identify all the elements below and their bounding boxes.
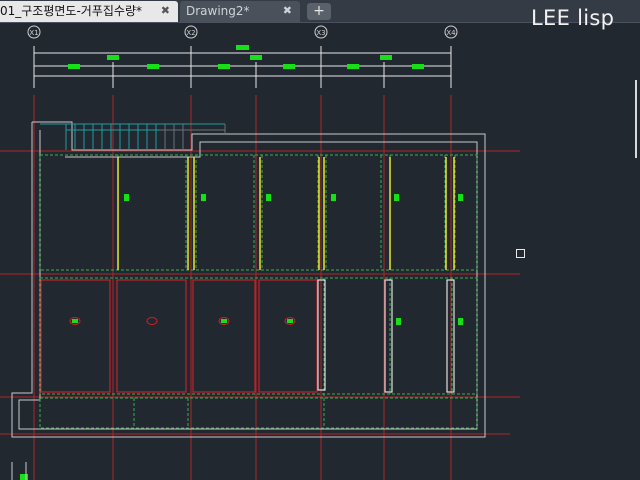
- grid-label: X4: [446, 29, 456, 37]
- beams: [117, 157, 455, 270]
- grid-axes: [0, 95, 520, 480]
- slab-tags: [69, 317, 296, 325]
- plus-icon[interactable]: +: [307, 3, 331, 20]
- tab-label: Drawing2*: [186, 4, 250, 18]
- grid-bubble-x4: X4: [444, 25, 458, 39]
- grid-label: X1: [29, 29, 38, 37]
- stair: [40, 123, 225, 150]
- grid-bubble-x3: X3: [314, 25, 328, 39]
- columns: [317, 279, 455, 393]
- grid-label: X2: [186, 29, 195, 37]
- close-icon[interactable]: ✖: [161, 1, 170, 21]
- grid-label: X3: [316, 29, 325, 37]
- dimension-markers: [68, 45, 424, 69]
- tab-label: 01_구조평면도-거푸집수량*: [0, 4, 143, 18]
- tab-drawing-1[interactable]: 01_구조평면도-거푸집수량* ✖: [0, 1, 178, 22]
- selection-grip-icon[interactable]: [516, 249, 525, 258]
- drawing-canvas[interactable]: X1 X2 X3 X4: [0, 22, 640, 480]
- grid-bubble-x2: X2: [184, 25, 198, 39]
- slab-panels: [40, 279, 318, 393]
- palette-edge: [635, 80, 637, 158]
- dimension-lines: [33, 46, 452, 88]
- tab-drawing-2[interactable]: Drawing2* ✖: [180, 1, 300, 22]
- grid-bubble-x1: X1: [27, 25, 41, 39]
- close-icon[interactable]: ✖: [283, 1, 292, 21]
